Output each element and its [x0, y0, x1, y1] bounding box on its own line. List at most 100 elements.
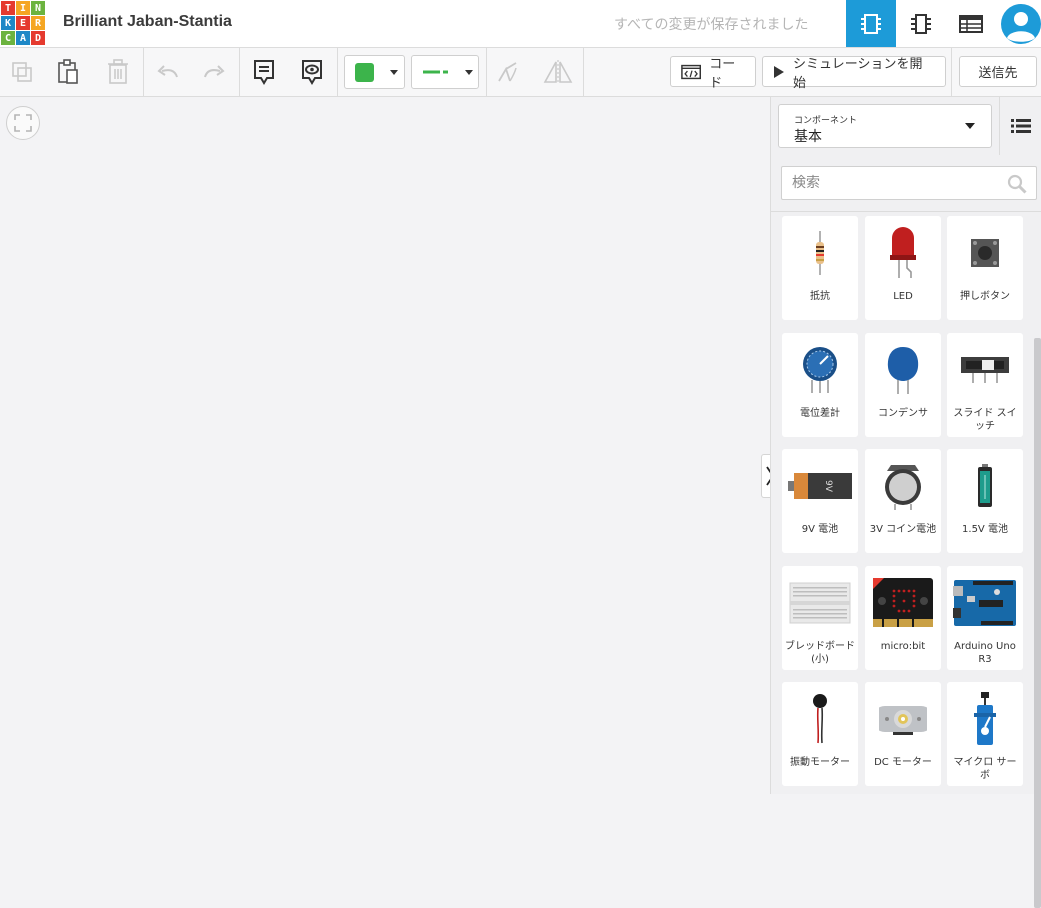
component-card-vibration-motor[interactable]: 振動モーター [782, 682, 858, 786]
capacitor-icon [887, 347, 919, 394]
wire-icon [423, 70, 448, 74]
component-label: 抵抗 [810, 291, 830, 302]
circuit-view-button[interactable] [846, 0, 896, 47]
chevron-down-icon [965, 123, 975, 129]
component-card-coin-battery[interactable]: 3V コイン電池 [865, 449, 941, 553]
logo-letter: E [16, 16, 30, 30]
vibration-motor-icon [813, 694, 827, 744]
copy-icon [12, 62, 32, 82]
chip-icon [861, 13, 881, 34]
logo-letter: I [16, 1, 30, 15]
component-label: 電位差計 [800, 408, 840, 419]
logo-letter: T [1, 1, 15, 15]
table-icon [959, 14, 983, 33]
logo-letter: A [16, 31, 30, 45]
flip-button[interactable] [540, 48, 576, 96]
potentiometer-icon [803, 347, 837, 393]
logo-letter: R [31, 16, 45, 30]
schematic-view-button[interactable] [896, 0, 946, 47]
undo-icon [157, 65, 178, 78]
component-label: ブレッドボード (小) [785, 641, 855, 665]
paste-button[interactable] [50, 48, 86, 96]
components-value: 基本 [794, 129, 822, 145]
component-label: micro:bit [880, 641, 926, 652]
component-label: 1.5V 電池 [962, 524, 1008, 535]
rotate-button[interactable] [490, 48, 526, 96]
coin-battery-icon [885, 465, 921, 510]
component-label: コンデンサ [878, 408, 928, 419]
circuit-canvas[interactable] [0, 97, 770, 794]
dc-motor-icon [879, 706, 927, 735]
notes-button[interactable] [246, 48, 282, 96]
component-card-9v-battery[interactable]: 9V 9V 電池 [782, 449, 858, 553]
component-card-breadboard[interactable]: ブレッドボード (小) [782, 566, 858, 670]
component-card-dc-motor[interactable]: DC モーター [865, 682, 941, 786]
component-list-view-button[interactable] [946, 0, 996, 47]
trash-icon [108, 59, 128, 84]
logo-letter: N [31, 1, 45, 15]
top-bar: T I N K E R C A D Brilliant Jaban-Stanti… [0, 0, 1041, 48]
note-icon [254, 60, 274, 85]
micro-servo-icon [974, 692, 996, 745]
tinkercad-logo[interactable]: T I N K E R C A D [0, 0, 45, 46]
battery-9v-icon: 9V [788, 473, 852, 499]
redo-button[interactable] [196, 48, 232, 96]
send-to-label: 送信先 [978, 66, 1018, 81]
code-button[interactable]: コード [670, 56, 756, 91]
toggle-notes-visibility-button[interactable] [294, 48, 330, 96]
logo-letter: D [31, 31, 45, 45]
component-search-input[interactable] [781, 166, 1037, 200]
logo-letter: K [1, 16, 15, 30]
component-grid: 抵抗 LED 押しボタン 電位差計 コンデンサ スライド スイッチ 9V 9V … [771, 211, 1041, 908]
toolbar-divider [486, 48, 487, 96]
user-avatar[interactable] [1001, 2, 1041, 46]
component-card-arduino[interactable]: Arduino Uno R3 [947, 566, 1023, 670]
clipboard-icon [58, 59, 78, 84]
fit-view-icon [14, 114, 32, 132]
arduino-icon [953, 580, 1016, 626]
toolbar-divider [951, 48, 952, 96]
component-label: 9V 電池 [801, 524, 839, 535]
search-icon [1007, 174, 1027, 194]
component-card-capacitor[interactable]: コンデンサ [865, 333, 941, 437]
component-card-aa-battery[interactable]: 1.5V 電池 [947, 449, 1023, 553]
component-grid-scrollbar[interactable] [1034, 338, 1041, 908]
code-icon [681, 64, 702, 79]
component-category-dropdown[interactable]: コンポーネント 基本 [778, 104, 992, 148]
fit-view-button[interactable] [6, 106, 40, 140]
start-simulation-button[interactable]: シミュレーションを開始 [762, 56, 946, 91]
list-view-toggle[interactable] [999, 97, 1041, 155]
project-title[interactable]: Brilliant Jaban-Stantia [63, 13, 232, 31]
pushbutton-icon [971, 239, 999, 267]
component-label: 振動モーター [790, 757, 850, 768]
battery-aa-icon [978, 464, 992, 507]
component-card-potentiometer[interactable]: 電位差計 [782, 333, 858, 437]
component-label: Arduino Uno R3 [954, 641, 1016, 665]
wire-type-dropdown[interactable] [411, 55, 479, 89]
led-icon [890, 227, 916, 278]
component-card-slide-switch[interactable]: スライド スイッチ [947, 333, 1023, 437]
code-button-label: コード [709, 56, 736, 91]
color-dropdown[interactable] [344, 55, 405, 89]
component-card-pushbutton[interactable]: 押しボタン [947, 216, 1023, 320]
copy-button[interactable] [4, 48, 40, 96]
component-card-microbit[interactable]: micro:bit [865, 566, 941, 670]
component-card-resistor[interactable]: 抵抗 [782, 216, 858, 320]
start-simulation-label: シミュレーションを開始 [792, 56, 923, 91]
redo-icon [204, 65, 225, 78]
color-swatch [355, 63, 374, 82]
breadboard-icon [789, 582, 851, 624]
component-label: LED [893, 291, 913, 302]
save-status: すべての変更が保存されました [614, 17, 809, 33]
component-label: DC モーター [874, 757, 932, 768]
component-label: マイクロ サーボ [953, 757, 1017, 781]
toolbar-divider [239, 48, 240, 96]
component-label: 押しボタン [960, 291, 1010, 302]
component-card-led[interactable]: LED [865, 216, 941, 320]
component-card-micro-servo[interactable]: マイクロ サーボ [947, 682, 1023, 786]
send-to-button[interactable]: 送信先 [959, 56, 1037, 87]
undo-button[interactable] [150, 48, 186, 96]
delete-button[interactable] [100, 48, 136, 96]
components-small-label: コンポーネント [794, 116, 858, 126]
toolbar-divider [143, 48, 144, 96]
